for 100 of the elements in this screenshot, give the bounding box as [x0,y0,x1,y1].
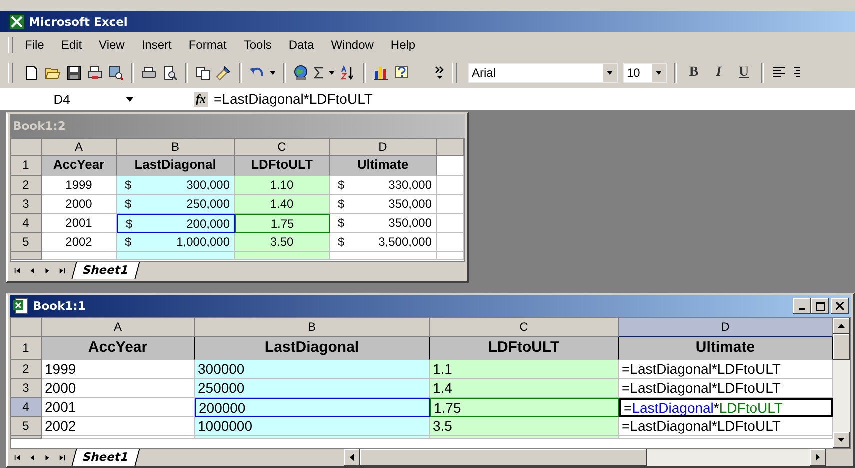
next-sheet-icon[interactable] [44,266,51,274]
printer-icon[interactable] [87,65,103,81]
column-header[interactable]: D [619,318,833,337]
menu-item[interactable]: View [93,38,131,52]
format-button[interactable]: I [709,65,729,81]
menu-item[interactable]: Data [282,38,320,52]
dropdown-arrow-icon[interactable] [329,71,335,75]
row-header[interactable]: 2 [11,176,42,195]
column-header[interactable] [437,139,464,156]
dropdown-arrow-icon[interactable] [270,71,276,75]
dropdown-arrow-icon[interactable] [126,96,134,102]
autosum-icon[interactable] [314,66,324,80]
formula-field[interactable]: =LastDiagonal*LDFtoULT [208,89,855,109]
scroll-thumb[interactable] [833,334,850,360]
bar-chart-icon[interactable] [373,65,389,81]
font-size-dropdown[interactable]: 10 [623,63,667,83]
previous-sheet-icon[interactable] [29,266,36,274]
table-cell: 1.4 [430,379,619,398]
format-button[interactable]: U [734,65,754,81]
row-header[interactable]: 3 [11,379,42,398]
vertical-scrollbar[interactable] [833,318,850,448]
column-header[interactable]: B [195,318,430,337]
close-button[interactable] [831,298,849,314]
menu-item[interactable]: Insert [136,38,178,52]
table-cell: 1.40 [235,195,330,214]
row-header[interactable]: 5 [11,417,42,436]
save-icon[interactable] [66,65,82,81]
sheet-tab[interactable]: Sheet1 [72,448,140,466]
formula-cell[interactable]: =LastDiagonal*LDFtoULT [619,398,833,417]
table-cell: 1.75 [430,398,619,417]
new-document-icon[interactable] [24,65,40,81]
column-header[interactable]: A [42,139,117,156]
column-header[interactable]: D [330,139,437,156]
row-header[interactable]: 3 [11,195,42,214]
menu-item[interactable]: Tools [238,38,278,52]
font-dropdown[interactable]: Arial [468,63,618,83]
sort-ascending-icon[interactable] [340,65,356,81]
menu-item[interactable]: File [19,38,50,52]
row-header[interactable]: 5 [11,233,42,252]
header-cell: Ultimate [619,337,833,360]
last-sheet-icon[interactable] [59,454,66,462]
menu-item[interactable]: Format [182,38,233,52]
row-header[interactable]: 1 [11,156,42,176]
down-arrow-icon[interactable] [838,438,845,442]
table-cell: 3.50 [235,233,330,252]
up-arrow-icon[interactable] [838,324,845,328]
menu-item[interactable]: Help [384,38,422,52]
format-button[interactable]: B [684,65,704,81]
print-icon[interactable] [141,65,157,81]
table-cell: 300000 [195,360,430,379]
row-header[interactable] [11,436,42,439]
table-cell [437,233,464,252]
minimize-button[interactable] [793,298,811,314]
row-header[interactable] [11,252,42,260]
row-header[interactable]: 1 [11,337,42,360]
header-cell: LastDiagonal [195,337,430,360]
table-cell: $ 250,000 [117,195,235,214]
last-sheet-icon[interactable] [59,266,66,274]
help-icon[interactable] [394,65,410,81]
horizontal-scrollbar[interactable] [344,449,826,466]
paintbrush-icon[interactable] [216,65,232,81]
table-cell: =LastDiagonal*LDFtoULT [619,417,833,436]
right-arrow-icon[interactable] [816,454,820,461]
column-header[interactable]: B [117,139,235,156]
picture-search-icon[interactable] [108,65,124,81]
row-header[interactable]: 4 [11,398,42,417]
column-header[interactable]: C [235,139,330,156]
copy-icon[interactable] [195,65,211,81]
spreadsheet-icon [13,298,29,314]
header-cell: Ultimate [330,156,437,176]
table-cell: $ 3,500,000 [330,233,437,252]
column-header[interactable]: A [42,318,195,337]
close-icon [836,302,844,310]
table-cell: $ 1,000,000 [117,233,235,252]
name-box[interactable]: D4 [8,89,116,109]
first-sheet-icon[interactable] [14,266,21,274]
table-cell: 1000000 [195,417,430,436]
header-cell: LDFtoULT [235,156,330,176]
toolbar-overflow-icon[interactable] [435,65,445,81]
print-preview-icon[interactable] [162,65,178,81]
left-arrow-icon[interactable] [350,454,354,461]
table-cell [437,214,464,233]
previous-sheet-icon[interactable] [29,454,36,462]
scroll-thumb[interactable] [360,449,647,466]
menu-item[interactable]: Edit [55,38,88,52]
next-sheet-icon[interactable] [44,454,51,462]
row-header[interactable]: 2 [11,360,42,379]
sheet-tab[interactable]: Sheet1 [72,262,140,278]
globe-icon[interactable] [293,65,309,81]
first-sheet-icon[interactable] [14,454,21,462]
menu-item[interactable]: Window [325,38,380,52]
maximize-button[interactable] [811,298,829,314]
select-all-corner[interactable] [11,139,42,156]
table-cell: =LastDiagonal*LDFtoULT [619,360,833,379]
insert-function-button[interactable]: fx [194,92,208,106]
select-all-corner[interactable] [11,318,42,337]
maximize-icon [816,302,824,310]
column-header[interactable]: C [430,318,619,337]
workbook-title: Book1:2 [13,119,66,133]
row-header[interactable]: 4 [11,214,42,233]
